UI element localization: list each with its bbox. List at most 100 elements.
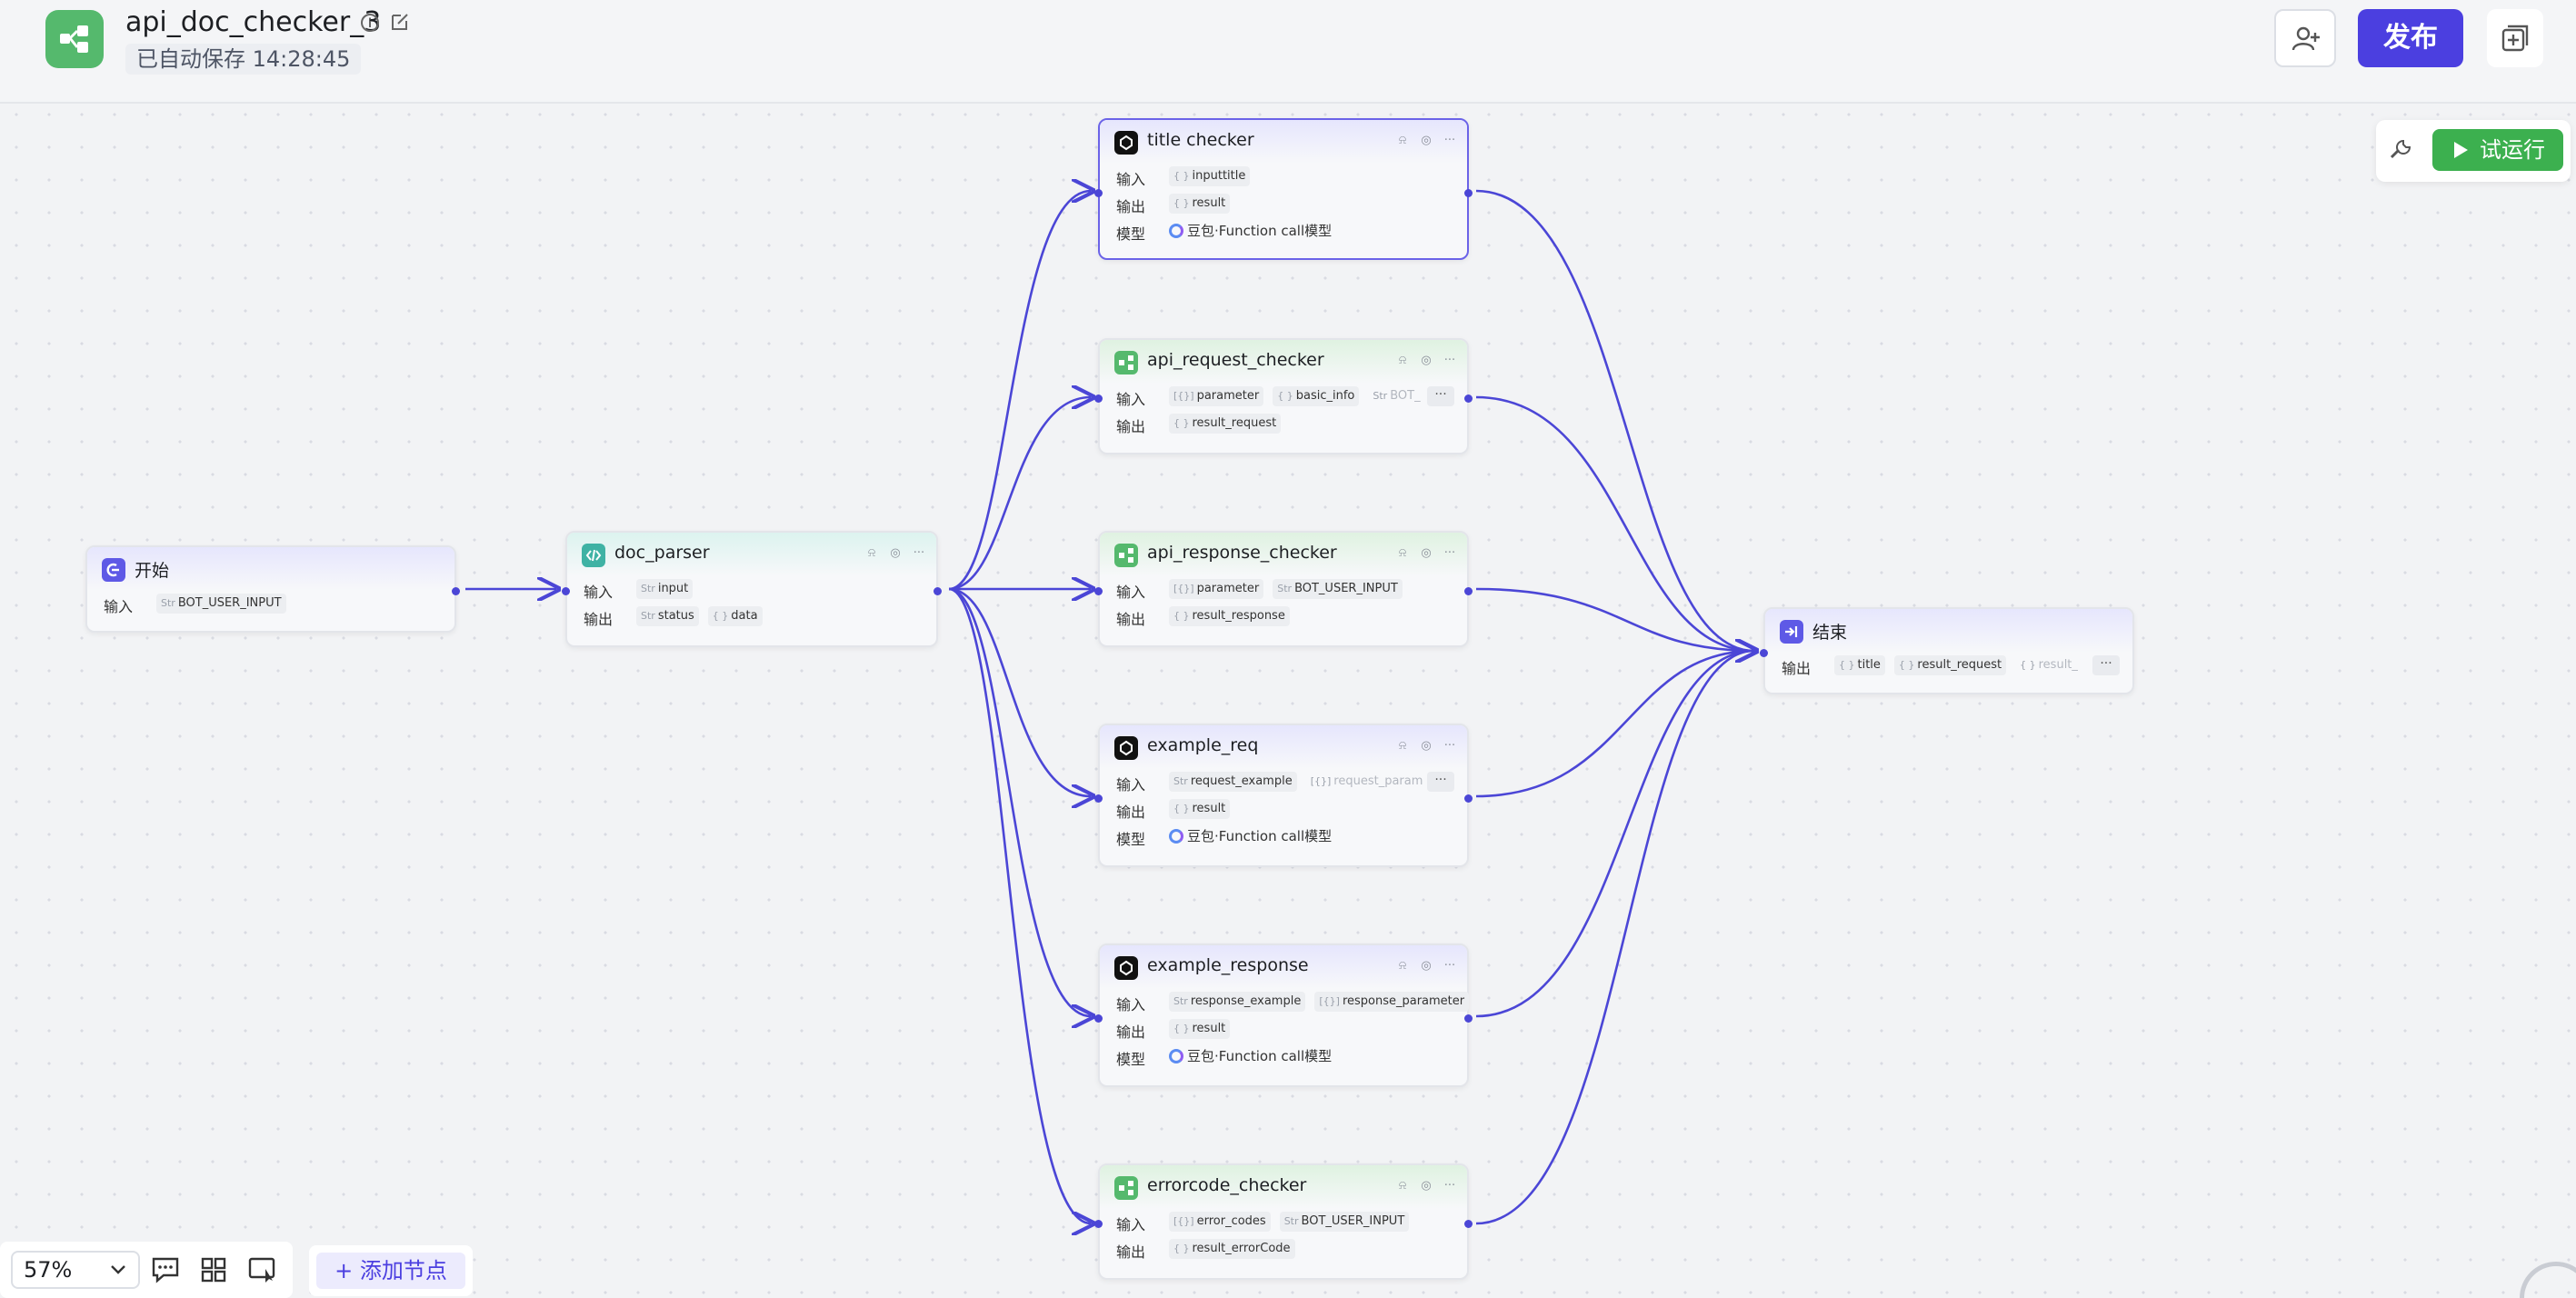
param-tag: [{}] parameter [1169,386,1264,406]
bell-icon[interactable]: ⍾ [1396,960,1409,973]
node-title: title checker [1147,130,1254,150]
output-row: 输出 { } result_response [1100,604,1467,631]
input-port[interactable] [1094,587,1103,595]
more-icon[interactable]: ··· [913,547,925,560]
param-tag: { } result [1169,1019,1231,1039]
param-tag: { } result_errorCode [1169,1239,1295,1259]
node-errorcode-checker[interactable]: errorcode_checker ⍾ ◎ ··· 输入 [{}] error_cod… [1094,1163,1473,1280]
model-label: 模型 [1116,831,1146,848]
debug-icon[interactable]: ◎ [1420,135,1433,147]
param-tag: Str response_example [1169,992,1306,1012]
node-title-checker[interactable]: title checker ⍾ ◎ ··· 输入 { } inputtitle 输出 … [1094,118,1473,260]
input-label: 输入 [1116,1216,1146,1233]
input-row: 输入 Str input [567,576,936,604]
more-icon[interactable]: ··· [1443,1180,1456,1193]
node-header: errorcode_checker ⍾ ◎ ··· [1100,1165,1467,1209]
node-header: doc_parser ⍾ ◎ ··· [567,533,936,576]
add-node-button[interactable]: + 添加节点 [316,1253,465,1289]
output-port[interactable] [452,587,460,595]
param-tag: Str BOT_USER_INPUT [156,594,286,614]
edge-example-response-end [1475,651,1754,1018]
node-header: example_response ⍾ ◎ ··· [1100,945,1467,989]
model-row: 模型 豆包·Function call模型 [1100,1043,1467,1071]
canvas-toolbar: 57% [0,1242,293,1298]
param-tag: [{}] error_codes [1169,1212,1271,1232]
expand-params-button[interactable]: ··· [2092,655,2120,675]
node-end[interactable]: 结束 输出 { } title { } result_request { } resu… [1760,607,2134,694]
code-icon [582,544,605,567]
node-header: 结束 [1765,609,2132,653]
input-port[interactable] [1094,1014,1103,1023]
debug-icon[interactable]: ◎ [1420,354,1433,367]
input-port[interactable] [1094,794,1103,803]
doubao-model-icon [1169,223,1183,238]
input-port[interactable] [1094,1220,1103,1228]
edge-doc-parser-title-checker [948,191,1091,591]
expand-params-button[interactable]: ··· [1427,772,1454,792]
comment-icon[interactable] [151,1256,180,1283]
bell-icon[interactable]: ⍾ [865,547,878,560]
edge-api-response-end [1475,587,1754,651]
more-icon[interactable]: ··· [1443,960,1456,973]
input-label: 输入 [1116,584,1146,601]
output-label: 输出 [584,611,614,628]
node-doc-parser[interactable]: doc_parser ⍾ ◎ ··· 输入 Str input 输出 Str statu… [562,531,942,647]
node-title: api_request_checker [1147,350,1324,370]
input-port[interactable] [1094,394,1103,403]
input-port[interactable] [562,587,570,595]
debug-icon[interactable]: ◎ [1420,547,1433,560]
param-tag: Str BOT_USER_INPUT [1279,1212,1410,1232]
node-example-response[interactable]: example_response ⍾ ◎ ··· 输入 Str response_ex… [1094,944,1473,1087]
param-tag: Str input [636,579,694,599]
node-title: 结束 [1812,623,1848,643]
output-row: 输出 { } result [1100,1016,1467,1043]
output-label: 输出 [1116,418,1146,435]
param-tag: { } result_request [1169,414,1282,434]
output-port[interactable] [1464,587,1473,595]
bell-icon[interactable]: ⍾ [1396,547,1409,560]
debug-icon[interactable]: ◎ [1420,740,1433,753]
zoom-select[interactable]: 57% [11,1251,140,1289]
node-api-response-checker[interactable]: api_response_checker ⍾ ◎ ··· 输入 [{}] parame… [1094,531,1473,647]
layout-grid-icon[interactable] [200,1256,227,1283]
output-port[interactable] [1464,189,1473,197]
input-row: 输入 { } inputtitle [1100,164,1467,191]
model-name: 豆包·Function call模型 [1187,223,1333,239]
input-label: 输入 [1116,996,1146,1013]
input-port[interactable] [1760,649,1768,657]
llm-icon [1114,736,1138,760]
more-icon[interactable]: ··· [1443,354,1456,367]
output-port[interactable] [1464,1014,1473,1023]
node-start[interactable]: 开始 输入 Str BOT_USER_INPUT [85,545,460,633]
input-row: 输入 [{}] parameter { } basic_info Str BOT_ ·… [1100,384,1467,411]
input-port[interactable] [1094,189,1103,197]
zoom-value: 57% [24,1257,73,1283]
interaction-mode-icon[interactable] [247,1256,278,1283]
edge-title-checker-end [1475,189,1754,651]
output-port[interactable] [1464,794,1473,803]
output-port[interactable] [934,587,942,595]
bell-icon[interactable]: ⍾ [1396,740,1409,753]
output-port[interactable] [1464,394,1473,403]
output-port[interactable] [1464,1220,1473,1228]
node-api-request-checker[interactable]: api_request_checker ⍾ ◎ ··· 输入 [{}] paramet… [1094,338,1473,454]
more-icon[interactable]: ··· [1443,547,1456,560]
node-example-req[interactable]: example_req ⍾ ◎ ··· 输入 Str request_example … [1094,724,1473,867]
expand-params-button[interactable]: ··· [1427,386,1454,406]
node-title: 开始 [135,561,170,581]
debug-icon[interactable]: ◎ [889,547,902,560]
debug-icon[interactable]: ◎ [1420,1180,1433,1193]
input-label: 输入 [1116,776,1146,794]
node-header: 开始 [87,547,454,591]
doubao-model-icon [1169,1048,1183,1063]
debug-icon[interactable]: ◎ [1420,960,1433,973]
bell-icon[interactable]: ⍾ [1396,135,1409,147]
more-icon[interactable]: ··· [1443,135,1456,147]
more-icon[interactable]: ··· [1443,740,1456,753]
input-row: 输入 Str BOT_USER_INPUT [87,591,454,618]
bell-icon[interactable]: ⍾ [1396,1180,1409,1193]
output-row: 输出 { } result [1100,796,1467,824]
bell-icon[interactable]: ⍾ [1396,354,1409,367]
output-label: 输出 [1116,1243,1146,1261]
model-label: 模型 [1116,225,1146,243]
